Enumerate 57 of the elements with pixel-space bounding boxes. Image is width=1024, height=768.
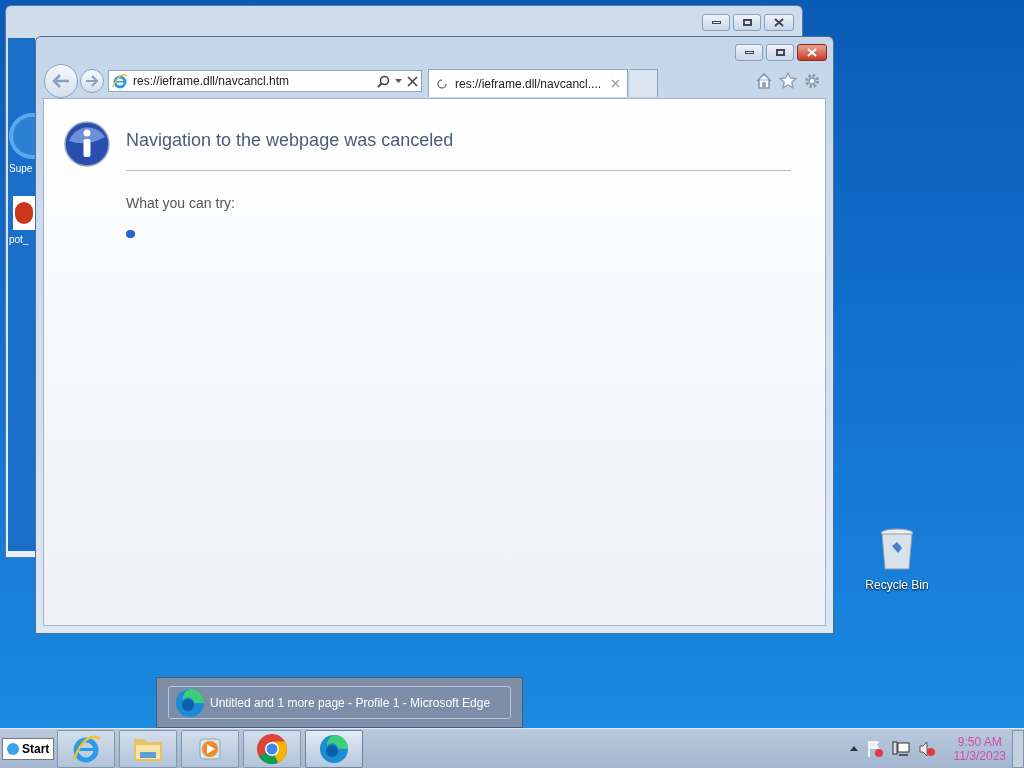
back-arrow-icon xyxy=(51,73,71,89)
dropdown-caret-icon[interactable] xyxy=(395,79,402,83)
search-icon[interactable] xyxy=(377,74,390,88)
close-button[interactable] xyxy=(764,14,794,31)
forward-button[interactable] xyxy=(80,69,104,93)
minimize-button[interactable] xyxy=(735,44,763,61)
preview-title: Untitled and 1 more page - Profile 1 - Microsoft Edge xyxy=(210,694,491,712)
play-icon xyxy=(197,735,224,762)
orb-icon xyxy=(7,742,19,755)
page-subheading: What you can try: xyxy=(126,194,236,213)
taskbar-app-button[interactable] xyxy=(57,729,116,768)
taskbar-app-button[interactable] xyxy=(305,729,364,768)
minimize-icon xyxy=(744,51,754,54)
maximize-button[interactable] xyxy=(766,44,794,61)
back-button[interactable] xyxy=(44,64,78,98)
icon-label[interactable]: Supe xyxy=(9,161,33,176)
address-text: res://ieframe.dll/navcancl.htm xyxy=(133,73,291,90)
close-icon xyxy=(774,18,784,27)
start-button[interactable]: Start xyxy=(2,737,55,760)
page-heading: Navigation to the webpage was canceled xyxy=(126,127,791,171)
flag-error-icon[interactable] xyxy=(865,739,884,758)
address-bar[interactable]: res://ieframe.dll/navcancl.htm xyxy=(108,70,422,92)
maximize-button[interactable] xyxy=(733,14,761,31)
close-icon[interactable] xyxy=(611,79,620,88)
forward-arrow-icon xyxy=(85,75,99,87)
taskbar-app-button[interactable] xyxy=(243,729,302,768)
browser-e-icon xyxy=(112,73,128,89)
close-icon xyxy=(807,48,817,57)
clock-time: 9:50 AM xyxy=(957,734,1002,749)
settings-icon[interactable] xyxy=(803,72,821,90)
maximize-icon xyxy=(775,49,785,56)
taskbar-app-button[interactable] xyxy=(181,729,240,768)
bullet-icon xyxy=(126,230,135,238)
minimize-icon xyxy=(711,21,721,24)
show-hidden-icons-icon[interactable] xyxy=(849,746,858,751)
speaker-muted-icon[interactable] xyxy=(917,739,936,758)
star-icon[interactable] xyxy=(779,72,797,89)
tab-title: res://ieframe.dll/navcancl.... xyxy=(455,75,603,93)
icon-label[interactable]: Recycle Bin xyxy=(865,576,929,594)
home-icon[interactable] xyxy=(755,72,773,89)
minimize-button[interactable] xyxy=(702,14,730,31)
browser-tab[interactable]: res://ieframe.dll/navcancl.... xyxy=(428,69,628,97)
icon-label[interactable]: pot_ xyxy=(9,232,29,247)
flower-picture-icon xyxy=(13,196,35,230)
maximize-icon xyxy=(742,19,752,26)
chrome-logo-icon xyxy=(256,732,289,765)
taskbar-app-button[interactable] xyxy=(119,729,178,768)
window-preview-item[interactable]: Untitled and 1 more page - Profile 1 - Microsoft Edge xyxy=(168,686,511,719)
close-button[interactable] xyxy=(797,44,827,61)
browser-e-icon xyxy=(71,733,102,764)
trash-bin-icon[interactable] xyxy=(879,528,915,572)
stop-icon[interactable] xyxy=(407,75,418,87)
network-error-icon[interactable] xyxy=(891,739,910,758)
clock-date: 11/3/2023 xyxy=(953,748,1006,763)
edge-logo-icon xyxy=(319,733,350,764)
edge-logo-icon xyxy=(175,687,205,718)
info-icon xyxy=(64,121,110,167)
